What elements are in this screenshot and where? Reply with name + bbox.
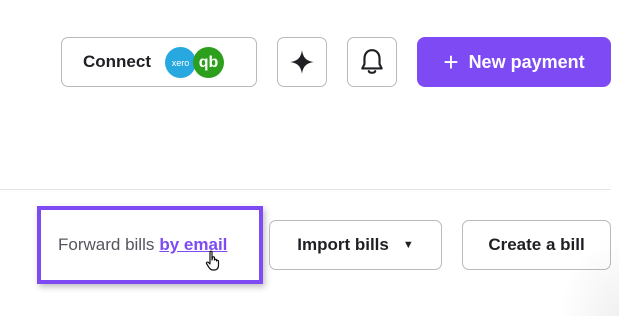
corner-shadow [559,236,619,316]
caret-down-icon: ▼ [402,239,414,251]
sparkle-icon [290,50,314,74]
new-payment-label: New payment [468,51,585,72]
connect-label: Connect [83,52,151,71]
bell-icon [361,49,383,74]
quickbooks-logo-icon: qb [193,47,224,78]
header-divider [0,189,611,190]
hand-cursor-icon [205,250,220,271]
new-payment-button[interactable]: + New payment [417,37,611,87]
connect-button[interactable]: Connect xero qb [61,37,257,87]
forward-bills-text: Forward bills [58,235,155,254]
import-bills-label: Import bills [297,235,389,254]
xero-logo-icon: xero [165,47,196,78]
import-bills-button[interactable]: Import bills ▼ [269,220,442,270]
assistant-button[interactable] [277,37,327,87]
integration-logos: xero qb [165,45,225,79]
plus-icon: + [443,47,459,77]
notifications-button[interactable] [347,37,397,87]
forward-bills-highlight: Forward bills by email [37,206,263,284]
